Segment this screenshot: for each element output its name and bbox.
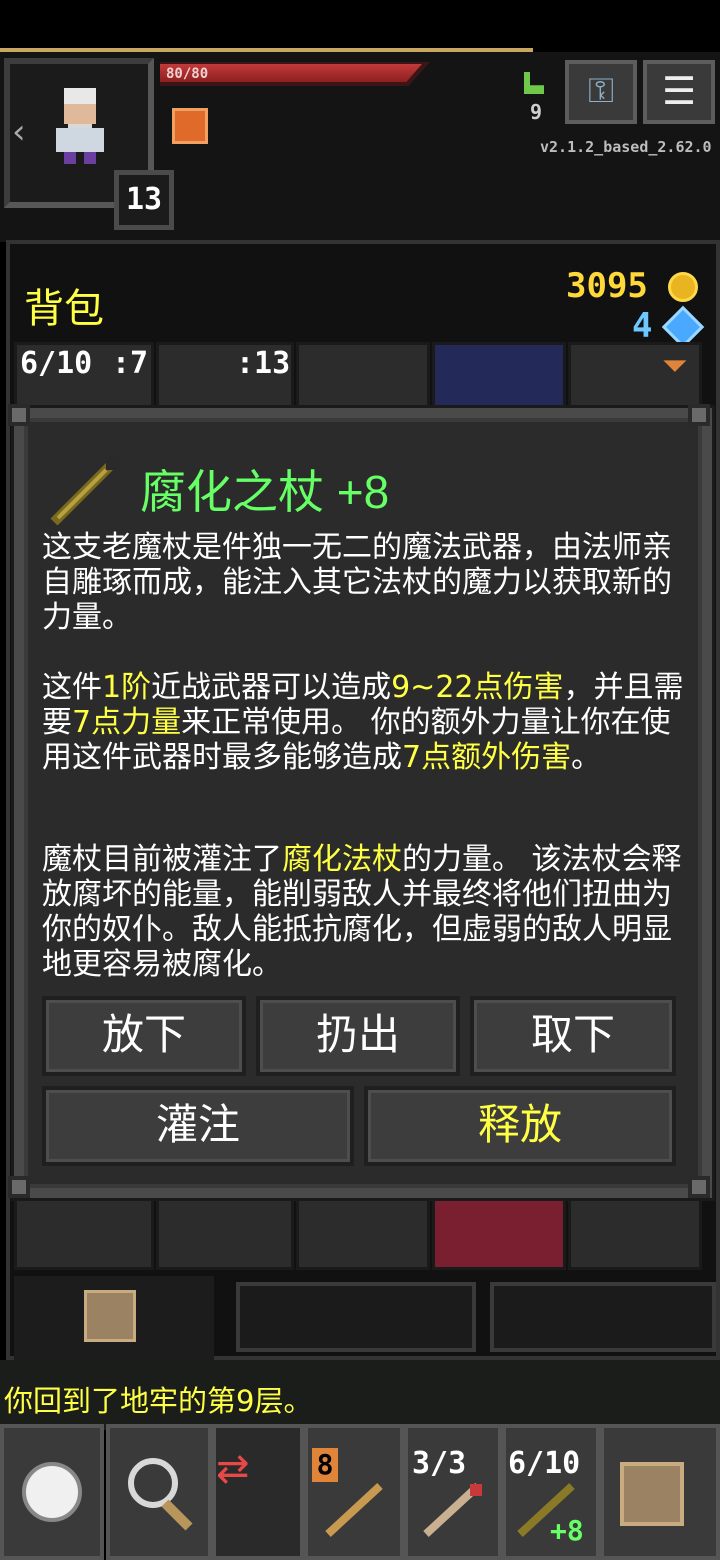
text: 这件 xyxy=(42,670,102,705)
clock-icon xyxy=(22,1462,82,1522)
quickslot-level-label: +8 xyxy=(550,1514,584,1547)
swap-arrows-icon: ⇄ xyxy=(216,1446,250,1492)
depth-number: 9 xyxy=(530,100,543,124)
inventory-slot[interactable] xyxy=(432,1196,566,1270)
menu-button[interactable]: ☰ xyxy=(643,60,715,124)
item-name: 腐化之杖 +8 xyxy=(140,466,390,518)
item-description-lore: 这支老魔杖是件独一无二的魔法武器，由法师亲自雕琢而成，能注入其它法杖的魔力以获取… xyxy=(42,530,672,635)
backpack-icon xyxy=(84,1290,136,1342)
text: 近战武器可以造成 xyxy=(151,670,392,705)
slot-extra-label: :7 xyxy=(112,346,149,381)
inventory-title: 背包 xyxy=(24,286,104,332)
bag-slot[interactable] xyxy=(490,1282,716,1352)
dialog-corner xyxy=(8,1176,30,1198)
buff-icon[interactable] xyxy=(172,108,208,144)
inventory-slot[interactable] xyxy=(296,1196,430,1270)
dart-icon xyxy=(325,1483,383,1537)
version-label: v2.1.2_based_2.62.0 xyxy=(540,138,712,156)
game-log-message: 你回到了地牢的第9层。 xyxy=(4,1384,313,1418)
journal-icon: ⚿ xyxy=(588,71,614,111)
dialog-corner xyxy=(688,1176,710,1198)
hp-text: 80/80 xyxy=(166,66,209,82)
wand-icon xyxy=(423,1483,482,1537)
inventory-slot[interactable] xyxy=(568,1196,702,1270)
inventory-slot[interactable] xyxy=(156,1196,294,1270)
text: 。 xyxy=(571,740,602,775)
slot-charges-label: 6/10 xyxy=(20,346,93,381)
quickslot-charges-label: 3/3 xyxy=(412,1446,467,1481)
unequip-button[interactable]: 取下 xyxy=(470,996,676,1076)
backpack-icon xyxy=(620,1462,684,1526)
journal-button[interactable]: ⚿ xyxy=(565,60,637,124)
bonus-damage-highlight: 7点额外伤害 xyxy=(402,740,572,775)
inventory-slot[interactable] xyxy=(432,342,566,414)
energy-count: 4 xyxy=(632,306,653,346)
strength-highlight: 7点力量 xyxy=(72,705,182,740)
sort-icon[interactable]: ⏷ xyxy=(662,346,688,385)
item-description-stats: 这件1阶近战武器可以造成9~22点伤害，并且需要7点力量来正常使用。 你的额外力… xyxy=(42,670,688,775)
wand-name-highlight: 腐化法杖 xyxy=(282,842,402,877)
inventory-slot[interactable] xyxy=(14,1196,154,1270)
gold-coin-icon xyxy=(668,272,698,302)
inventory-slot[interactable] xyxy=(296,342,430,414)
gold-count: 3095 xyxy=(566,266,648,306)
bag-slot[interactable] xyxy=(236,1282,476,1352)
back-arrow-icon: ‹ xyxy=(12,112,26,152)
hero-sprite-icon xyxy=(56,88,104,164)
slot-count-label: :13 xyxy=(236,346,291,381)
hero-level-badge: 13 xyxy=(114,170,174,230)
corruption-staff-icon xyxy=(50,456,120,526)
item-description-imbue: 魔杖目前被灌注了腐化法杖的力量。 该法杖会释放腐坏的能量，能削弱敌人并最终将他们… xyxy=(42,842,688,982)
text: 魔杖目前被灌注了 xyxy=(42,842,282,877)
swap-quickslot-button[interactable] xyxy=(212,1424,304,1560)
dialog-corner xyxy=(8,404,30,426)
quickslot-charges-label: 6/10 xyxy=(508,1446,581,1481)
throw-button[interactable]: 扔出 xyxy=(256,996,460,1076)
release-button[interactable]: 释放 xyxy=(364,1086,676,1166)
tier-highlight: 1阶 xyxy=(102,670,152,705)
drop-button[interactable]: 放下 xyxy=(42,996,246,1076)
dialog-corner xyxy=(688,404,710,426)
quickslot-count-badge: 8 xyxy=(312,1448,338,1482)
damage-highlight: 9~22点伤害 xyxy=(391,670,564,705)
imbue-button[interactable]: 灌注 xyxy=(42,1086,354,1166)
hamburger-icon: ☰ xyxy=(661,69,697,113)
